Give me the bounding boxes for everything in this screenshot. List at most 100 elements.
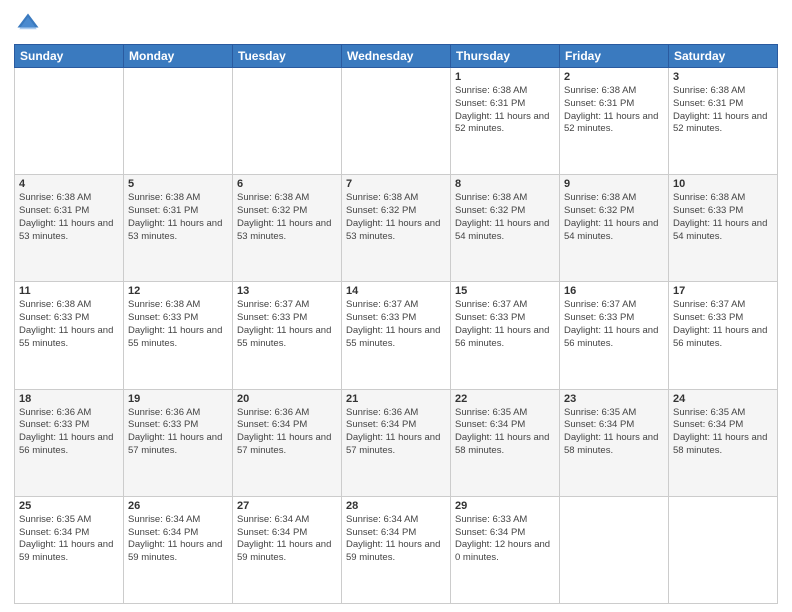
calendar-week-2: 11 Sunrise: 6:38 AM Sunset: 6:33 PM Dayli… [15,282,778,389]
calendar-week-1: 4 Sunrise: 6:38 AM Sunset: 6:31 PM Daylig… [15,175,778,282]
weekday-header-thursday: Thursday [451,45,560,68]
calendar-cell: 25Sunrise: 6:35 AM Sunset: 6:34 PM Dayli… [15,496,124,603]
day-info: Sunrise: 6:36 AM Sunset: 6:34 PM Dayligh… [346,407,446,458]
day-number: 7 [346,178,446,190]
calendar-cell: 14 Sunrise: 6:37 AM Sunset: 6:33 PM Dayli… [342,282,451,389]
calendar-cell: 4 Sunrise: 6:38 AM Sunset: 6:31 PM Daylig… [15,175,124,282]
calendar-cell: 20 Sunrise: 6:36 AM Sunset: 6:34 PM Dayli… [233,389,342,496]
calendar-cell: 7 Sunrise: 6:38 AM Sunset: 6:32 PM Daylig… [342,175,451,282]
calendar-cell: 19 Sunrise: 6:36 AM Sunset: 6:33 PM Dayli… [124,389,233,496]
day-number: 4 [19,178,119,190]
calendar-week-0: 1Sunrise: 6:38 AM Sunset: 6:31 PM Daylig… [15,68,778,175]
day-info: Sunrise: 6:34 AM Sunset: 6:34 PM Dayligh… [237,514,337,565]
day-info: Sunrise: 6:38 AM Sunset: 6:31 PM Dayligh… [128,192,228,243]
calendar-cell: 27 Sunrise: 6:34 AM Sunset: 6:34 PM Dayli… [233,496,342,603]
calendar-cell: 13 Sunrise: 6:37 AM Sunset: 6:33 PM Dayli… [233,282,342,389]
calendar-cell: 22 Sunrise: 6:35 AM Sunset: 6:34 PM Dayli… [451,389,560,496]
day-number: 14 [346,285,446,297]
calendar-cell: 10Sunrise: 6:38 AM Sunset: 6:33 PM Dayli… [669,175,778,282]
day-info: Sunrise: 6:37 AM Sunset: 6:33 PM Dayligh… [564,299,664,350]
day-info: Sunrise: 6:38 AM Sunset: 6:32 PM Dayligh… [346,192,446,243]
calendar-cell: 6 Sunrise: 6:38 AM Sunset: 6:32 PM Daylig… [233,175,342,282]
calendar-cell: 18 Sunrise: 6:36 AM Sunset: 6:33 PM Dayli… [15,389,124,496]
day-info: Sunrise: 6:34 AM Sunset: 6:34 PM Dayligh… [346,514,446,565]
day-info: Sunrise: 6:36 AM Sunset: 6:33 PM Dayligh… [19,407,119,458]
calendar-cell: 28Sunrise: 6:34 AM Sunset: 6:34 PM Dayli… [342,496,451,603]
calendar-week-4: 25Sunrise: 6:35 AM Sunset: 6:34 PM Dayli… [15,496,778,603]
weekday-header-tuesday: Tuesday [233,45,342,68]
calendar-cell [233,68,342,175]
calendar-week-3: 18 Sunrise: 6:36 AM Sunset: 6:33 PM Dayli… [15,389,778,496]
calendar-cell: 24 Sunrise: 6:35 AM Sunset: 6:34 PM Dayli… [669,389,778,496]
day-number: 29 [455,500,555,512]
weekday-header-monday: Monday [124,45,233,68]
day-number: 27 [237,500,337,512]
day-number: 11 [19,285,119,297]
day-number: 17 [673,285,773,297]
day-info: Sunrise: 6:37 AM Sunset: 6:33 PM Dayligh… [346,299,446,350]
day-info: Sunrise: 6:36 AM Sunset: 6:33 PM Dayligh… [128,407,228,458]
weekday-header-friday: Friday [560,45,669,68]
day-number: 15 [455,285,555,297]
day-info: Sunrise: 6:35 AM Sunset: 6:34 PM Dayligh… [673,407,773,458]
logo [14,10,46,38]
day-info: Sunrise: 6:37 AM Sunset: 6:33 PM Dayligh… [237,299,337,350]
logo-icon [14,10,42,38]
day-number: 3 [673,71,773,83]
day-info: Sunrise: 6:38 AM Sunset: 6:32 PM Dayligh… [455,192,555,243]
calendar-cell: 1Sunrise: 6:38 AM Sunset: 6:31 PM Daylig… [451,68,560,175]
day-info: Sunrise: 6:35 AM Sunset: 6:34 PM Dayligh… [455,407,555,458]
calendar-cell [560,496,669,603]
day-number: 25 [19,500,119,512]
calendar-cell: 21 Sunrise: 6:36 AM Sunset: 6:34 PM Dayli… [342,389,451,496]
day-number: 5 [128,178,228,190]
day-number: 10 [673,178,773,190]
calendar-cell [15,68,124,175]
day-number: 9 [564,178,664,190]
day-number: 22 [455,393,555,405]
calendar-cell: 15 Sunrise: 6:37 AM Sunset: 6:33 PM Dayli… [451,282,560,389]
calendar-cell [669,496,778,603]
day-number: 18 [19,393,119,405]
day-number: 21 [346,393,446,405]
calendar-cell: 2 Sunrise: 6:38 AM Sunset: 6:31 PM Daylig… [560,68,669,175]
calendar-cell: 9 Sunrise: 6:38 AM Sunset: 6:32 PM Daylig… [560,175,669,282]
day-info: Sunrise: 6:33 AM Sunset: 6:34 PM Dayligh… [455,514,555,565]
day-number: 16 [564,285,664,297]
day-number: 6 [237,178,337,190]
weekday-header-wednesday: Wednesday [342,45,451,68]
day-number: 24 [673,393,773,405]
calendar-cell [124,68,233,175]
day-info: Sunrise: 6:36 AM Sunset: 6:34 PM Dayligh… [237,407,337,458]
calendar-cell: 26Sunrise: 6:34 AM Sunset: 6:34 PM Dayli… [124,496,233,603]
day-number: 13 [237,285,337,297]
calendar-cell: 3 Sunrise: 6:38 AM Sunset: 6:31 PM Daylig… [669,68,778,175]
day-number: 23 [564,393,664,405]
calendar-cell: 23Sunrise: 6:35 AM Sunset: 6:34 PM Dayli… [560,389,669,496]
day-info: Sunrise: 6:38 AM Sunset: 6:31 PM Dayligh… [19,192,119,243]
calendar-cell: 17 Sunrise: 6:37 AM Sunset: 6:33 PM Dayli… [669,282,778,389]
weekday-header-saturday: Saturday [669,45,778,68]
day-info: Sunrise: 6:38 AM Sunset: 6:31 PM Dayligh… [673,85,773,136]
day-number: 8 [455,178,555,190]
day-number: 2 [564,71,664,83]
day-info: Sunrise: 6:38 AM Sunset: 6:31 PM Dayligh… [455,85,555,136]
day-number: 19 [128,393,228,405]
day-number: 12 [128,285,228,297]
calendar-cell: 11 Sunrise: 6:38 AM Sunset: 6:33 PM Dayli… [15,282,124,389]
weekday-header-row: SundayMondayTuesdayWednesdayThursdayFrid… [15,45,778,68]
day-info: Sunrise: 6:37 AM Sunset: 6:33 PM Dayligh… [673,299,773,350]
page: SundayMondayTuesdayWednesdayThursdayFrid… [0,0,792,612]
day-info: Sunrise: 6:38 AM Sunset: 6:32 PM Dayligh… [564,192,664,243]
day-info: Sunrise: 6:38 AM Sunset: 6:31 PM Dayligh… [564,85,664,136]
calendar-cell: 5 Sunrise: 6:38 AM Sunset: 6:31 PM Daylig… [124,175,233,282]
day-info: Sunrise: 6:37 AM Sunset: 6:33 PM Dayligh… [455,299,555,350]
day-info: Sunrise: 6:38 AM Sunset: 6:32 PM Dayligh… [237,192,337,243]
calendar-cell [342,68,451,175]
day-info: Sunrise: 6:38 AM Sunset: 6:33 PM Dayligh… [19,299,119,350]
header [14,10,778,38]
day-number: 20 [237,393,337,405]
calendar-cell: 29 Sunrise: 6:33 AM Sunset: 6:34 PM Dayli… [451,496,560,603]
calendar-cell: 12Sunrise: 6:38 AM Sunset: 6:33 PM Dayli… [124,282,233,389]
day-info: Sunrise: 6:34 AM Sunset: 6:34 PM Dayligh… [128,514,228,565]
